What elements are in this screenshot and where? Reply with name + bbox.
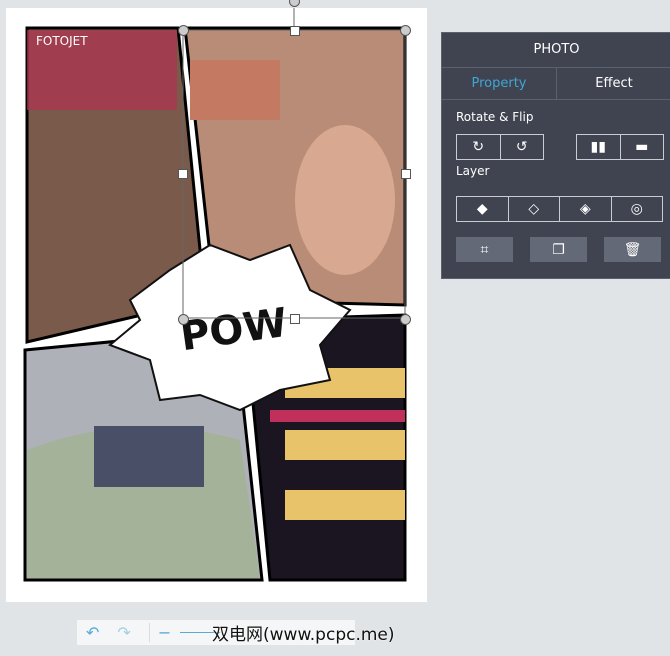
resize-handle-b[interactable] xyxy=(290,314,300,324)
rotate-handle[interactable] xyxy=(289,0,300,7)
layer-label: Layer xyxy=(456,164,490,178)
photo-panel: PHOTO Property Effect Rotate & Flip ↻ ↺ … xyxy=(441,32,670,279)
crop-icon: ⌗ xyxy=(480,241,489,258)
flip-horizontal-button[interactable]: ▮▮ xyxy=(577,135,621,159)
redo-button[interactable]: ↷ xyxy=(117,623,130,642)
resize-handle-tr[interactable] xyxy=(400,25,411,36)
resize-handle-t[interactable] xyxy=(290,26,300,36)
fotojet-logo: FOTOJET xyxy=(36,34,88,48)
bring-forward-button[interactable]: ◆ xyxy=(457,197,509,221)
rotate-cw-icon: ↻ xyxy=(472,139,485,155)
resize-handle-bl[interactable] xyxy=(178,314,189,325)
rotate-ccw-icon: ↺ xyxy=(515,139,528,155)
collage-svg: POW xyxy=(23,8,407,582)
layer-back-icon: ◎ xyxy=(630,201,643,217)
panel-title: PHOTO xyxy=(442,33,670,68)
resize-handle-r[interactable] xyxy=(401,169,411,179)
resize-handle-br[interactable] xyxy=(400,314,411,325)
layer-front-icon: ◈ xyxy=(579,201,591,217)
send-backward-button[interactable]: ◇ xyxy=(509,197,560,221)
rotate-flip-label: Rotate & Flip xyxy=(456,110,534,124)
layer-up-icon: ◆ xyxy=(476,201,488,217)
rotate-left-button[interactable]: ↺ xyxy=(501,135,544,159)
resize-handle-tl[interactable] xyxy=(178,25,189,36)
photo-thumbnail xyxy=(94,426,204,487)
tab-effect[interactable]: Effect xyxy=(557,68,670,99)
duplicate-icon: ❐ xyxy=(552,241,565,258)
trash-icon: 🗑 xyxy=(623,241,642,258)
rotate-right-button[interactable]: ↻ xyxy=(457,135,501,159)
collage-canvas[interactable]: POW FOTOJET xyxy=(6,8,427,602)
tab-property[interactable]: Property xyxy=(442,68,557,99)
delete-button[interactable]: 🗑 xyxy=(604,237,661,262)
layer-down-icon: ◇ xyxy=(528,201,540,217)
send-to-back-button[interactable]: ◎ xyxy=(612,197,663,221)
bring-to-front-button[interactable]: ◈ xyxy=(560,197,612,221)
undo-button[interactable]: ↶ xyxy=(86,623,99,642)
flip-vertical-button[interactable]: ▬ xyxy=(621,135,664,159)
resize-handle-l[interactable] xyxy=(178,169,188,179)
flip-horizontal-icon: ▮▮ xyxy=(590,139,606,155)
crop-button[interactable]: ⌗ xyxy=(456,237,513,262)
watermark: 双电网(www.pcpc.me) xyxy=(212,625,395,645)
flip-vertical-icon: ▬ xyxy=(635,139,649,155)
zoom-out-button[interactable]: − xyxy=(148,623,171,642)
duplicate-button[interactable]: ❐ xyxy=(530,237,587,262)
